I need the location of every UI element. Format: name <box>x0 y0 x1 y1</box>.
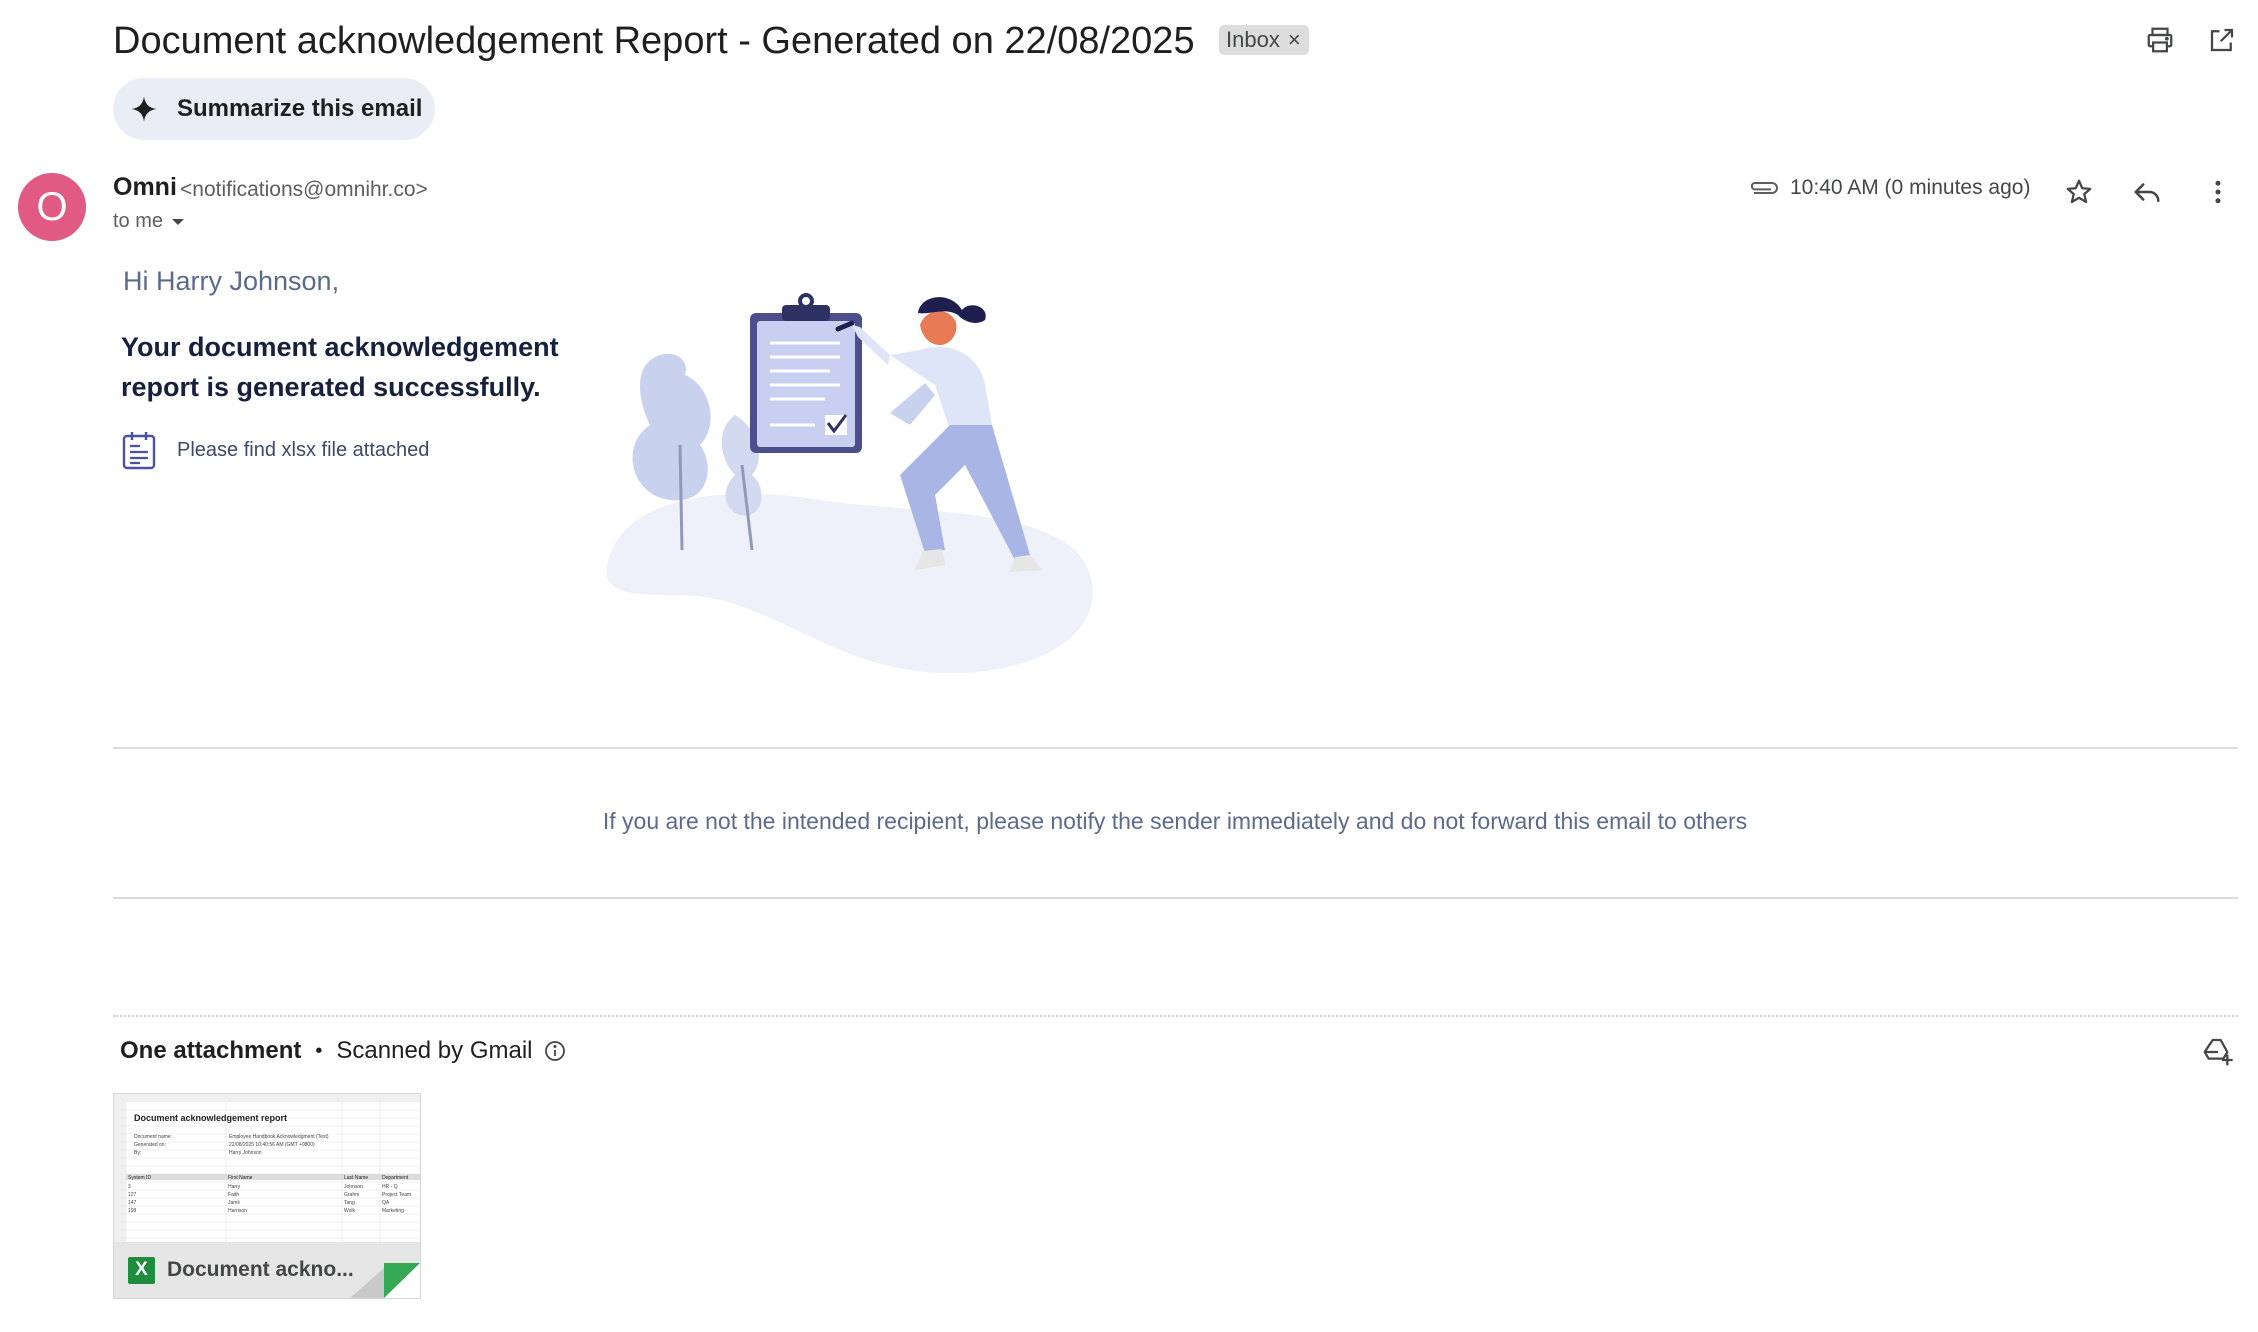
confidentiality-note: If you are not the intended recipient, p… <box>602 808 1748 834</box>
preview-table-cell: Harry <box>228 1184 241 1190</box>
preview-meta-cell: Employee Handbook Acknowledgment (Test) <box>229 1134 329 1140</box>
sender-email: <notifications@omnihr.co> <box>180 178 428 201</box>
attachment-preview: Document acknowledgement report Document… <box>114 1094 420 1244</box>
section-divider <box>113 897 2238 899</box>
attachment-count: One attachment <box>120 1037 302 1064</box>
preview-meta-cell: Document name: <box>134 1134 172 1140</box>
preview-table-cell: Harrison <box>228 1208 247 1214</box>
paperclip-icon <box>1750 182 1778 194</box>
reply-icon[interactable] <box>2127 172 2167 212</box>
more-vert-icon[interactable] <box>2198 172 2238 212</box>
preview-column-header: System ID <box>128 1175 151 1181</box>
preview-table-cell: Tang <box>344 1200 355 1206</box>
inbox-label-chip[interactable]: Inbox × <box>1219 25 1309 55</box>
preview-table-cell: 127 <box>128 1192 137 1198</box>
scanned-label: Scanned by Gmail <box>336 1037 533 1064</box>
attachments-divider <box>113 1015 2238 1017</box>
print-icon[interactable] <box>2140 20 2180 60</box>
star-icon[interactable] <box>2059 172 2099 212</box>
excel-icon: X <box>128 1256 155 1284</box>
summarize-label: Summarize this email <box>177 95 423 122</box>
page-corner-fold <box>350 1263 420 1298</box>
preview-title: Document acknowledgement report <box>134 1113 287 1123</box>
email-subject: Document acknowledgement Report - Genera… <box>113 20 1195 62</box>
preview-meta-cell: 22/08/2025 10:40:56 AM (GMT +0800) <box>229 1142 315 1148</box>
report-illustration <box>606 293 1093 674</box>
recipients-toggle[interactable]: to me <box>113 210 185 233</box>
add-to-drive-icon[interactable] <box>2198 1032 2238 1072</box>
headline: Your document acknowledgement report is … <box>121 332 559 402</box>
preview-meta-cell: Harry Johnson <box>229 1150 262 1156</box>
preview-table-cell: Wolk <box>344 1208 356 1214</box>
sparkle-icon <box>131 96 157 122</box>
preview-column-header: First Name <box>228 1175 253 1181</box>
open-in-new-window-icon[interactable] <box>2202 20 2242 60</box>
preview-meta-cell: By: <box>134 1150 141 1156</box>
remove-label-icon[interactable]: × <box>1288 29 1301 51</box>
preview-table-cell: HR - Q <box>382 1184 398 1190</box>
preview-table-cell: 3 <box>128 1184 131 1190</box>
preview-table-cell: QA <box>382 1200 390 1206</box>
timestamp-area: 10:40 AM (0 minutes ago) <box>1746 176 2030 200</box>
preview-table-cell: Faith <box>228 1192 239 1198</box>
preview-table-cell: Grahm <box>344 1192 359 1198</box>
preview-table-cell: Project Team <box>382 1192 411 1198</box>
attachments-header: One attachment • Scanned by Gmail <box>120 1037 567 1065</box>
email-time: 10:40 AM (0 minutes ago) <box>1790 176 2031 199</box>
greeting: Hi Harry Johnson, <box>123 266 340 296</box>
recipients-label: to me <box>113 210 164 232</box>
preview-table-cell: Marketing <box>382 1208 404 1214</box>
preview-column-header: Department <box>382 1175 409 1181</box>
document-list-icon <box>122 432 156 470</box>
attachment-card[interactable]: Document acknowledgement report Document… <box>113 1093 421 1299</box>
preview-column-header: Last Name <box>344 1175 368 1181</box>
section-divider <box>113 747 2238 749</box>
summarize-email-button[interactable]: Summarize this email <box>113 78 435 140</box>
preview-table-cell: 147 <box>128 1200 137 1206</box>
preview-table-cell: 198 <box>128 1208 137 1214</box>
sender-name[interactable]: Omni <box>113 173 177 202</box>
chevron-down-icon <box>172 218 185 225</box>
attachment-note-text: Please find xlsx file attached <box>177 438 430 461</box>
label-text: Inbox <box>1226 27 1280 52</box>
attachment-name: Document ackno... <box>167 1258 354 1281</box>
info-icon[interactable] <box>543 1039 567 1063</box>
attachment-note: Please find xlsx file attached <box>121 430 429 470</box>
preview-table-cell: Johnson <box>344 1184 363 1190</box>
separator: • <box>315 1039 323 1062</box>
preview-table-cell: Jamii <box>228 1200 240 1206</box>
preview-meta-cell: Generated on: <box>134 1142 166 1148</box>
sender-avatar[interactable]: O <box>18 173 86 241</box>
